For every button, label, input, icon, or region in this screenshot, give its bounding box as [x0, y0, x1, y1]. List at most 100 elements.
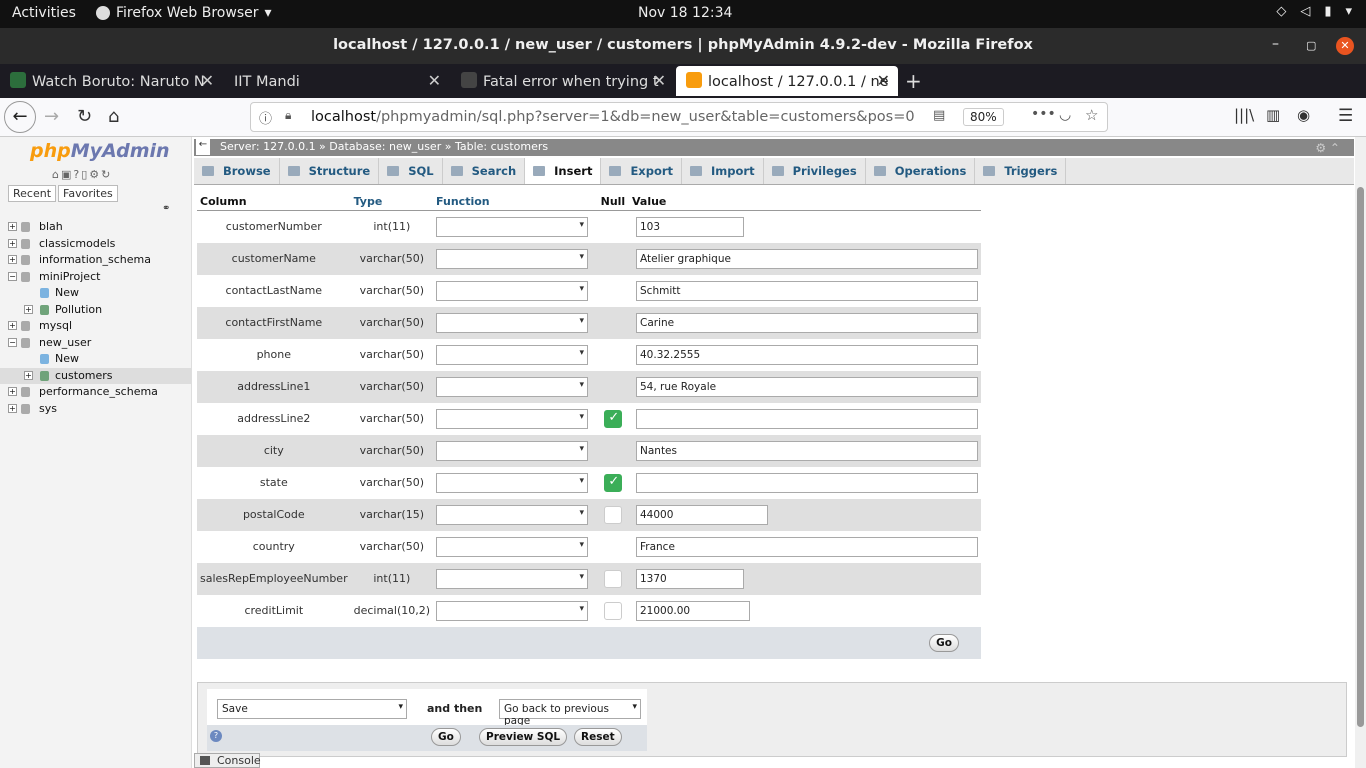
- reset-button[interactable]: Reset: [574, 728, 622, 746]
- lock-icon[interactable]: 🔒︎: [285, 108, 291, 123]
- null-checkbox[interactable]: [604, 569, 623, 588]
- pma-logo[interactable]: phpMyAdmin: [30, 140, 170, 162]
- value-input[interactable]: 1370: [636, 568, 744, 589]
- tree-item[interactable]: + blah: [0, 219, 191, 236]
- back-icon[interactable]: ←: [4, 101, 36, 133]
- tree-item[interactable]: New: [0, 351, 191, 368]
- collapse-icon[interactable]: −: [8, 337, 17, 347]
- bookmark-star-icon[interactable]: ☆: [1085, 106, 1098, 124]
- expand-icon[interactable]: +: [8, 238, 17, 248]
- expand-icon[interactable]: +: [8, 387, 17, 396]
- tree-item[interactable]: + performance_schema: [0, 384, 191, 401]
- browser-tab[interactable]: localhost / 127.0.0.1 / ne ✕: [676, 66, 898, 96]
- tab-operations[interactable]: Operations: [866, 158, 976, 184]
- library-icon[interactable]: |||\: [1234, 106, 1254, 124]
- zoom-indicator[interactable]: 80%: [963, 108, 1004, 126]
- browser-tab[interactable]: Watch Boruto: Naruto N ✕: [0, 66, 222, 96]
- expand-icon[interactable]: +: [8, 222, 17, 231]
- more-actions-icon[interactable]: •••: [1031, 106, 1056, 122]
- tree-item[interactable]: + information_schema: [0, 252, 191, 269]
- tree-item-label[interactable]: customers: [55, 369, 113, 382]
- tree-item[interactable]: − new_user: [0, 335, 191, 352]
- function-select[interactable]: [436, 376, 589, 397]
- tree-item[interactable]: + classicmodels: [0, 236, 191, 253]
- new-tab-icon[interactable]: +: [905, 69, 922, 93]
- insert-action-select[interactable]: Save: [217, 699, 407, 719]
- tree-item-label[interactable]: information_schema: [39, 253, 151, 266]
- tab-export[interactable]: Export: [601, 158, 683, 184]
- tab-insert[interactable]: Insert: [525, 158, 602, 184]
- home-icon[interactable]: ⌂: [52, 168, 61, 181]
- tab-triggers[interactable]: Triggers: [975, 158, 1067, 184]
- crumb-database[interactable]: Database: new_user: [329, 140, 441, 153]
- sidebar-quick-icons[interactable]: ⌂▣?▯⚙↻: [52, 168, 112, 181]
- app-menu[interactable]: Firefox Web Browser ▾: [96, 5, 272, 21]
- tree-item-label[interactable]: new_user: [39, 336, 91, 349]
- url-text[interactable]: localhost/phpmyadmin/sql.php?server=1&db…: [311, 109, 915, 125]
- tree-item[interactable]: + Pollution: [0, 302, 191, 319]
- help-icon[interactable]: ?: [210, 730, 222, 742]
- preview-sql-button[interactable]: Preview SQL: [479, 728, 568, 746]
- tree-item-label[interactable]: performance_schema: [39, 385, 158, 398]
- function-select[interactable]: [436, 440, 589, 461]
- collapse-arrow-icon[interactable]: ←: [196, 139, 210, 155]
- reader-view-icon[interactable]: ▤: [933, 108, 945, 123]
- recent-tab[interactable]: Recent: [8, 185, 57, 202]
- value-input[interactable]: 44000: [636, 504, 768, 525]
- maximize-icon[interactable]: ▢: [1306, 39, 1316, 52]
- reload-icon[interactable]: ↻: [77, 106, 92, 127]
- go-button[interactable]: Go: [929, 633, 959, 652]
- system-tray[interactable]: ◇ ◁ ▮ ▾: [1276, 4, 1352, 19]
- close-tab-icon[interactable]: ✕: [428, 71, 441, 90]
- function-header[interactable]: Function: [433, 193, 598, 211]
- tree-item-label[interactable]: New: [55, 352, 79, 365]
- reload-icon[interactable]: ↻: [101, 168, 112, 181]
- function-select[interactable]: [436, 216, 589, 237]
- minimize-icon[interactable]: –: [1272, 36, 1279, 52]
- function-select[interactable]: [436, 472, 589, 493]
- expand-icon[interactable]: +: [8, 403, 17, 413]
- value-input[interactable]: Schmitt: [636, 280, 978, 301]
- function-select[interactable]: [436, 312, 589, 333]
- url-bar[interactable]: ⓘ 🔒︎ localhost/phpmyadmin/sql.php?server…: [250, 102, 1108, 132]
- tree-item-label[interactable]: blah: [39, 220, 63, 233]
- console-tab[interactable]: Console: [194, 753, 261, 768]
- tree-item-label[interactable]: sys: [39, 402, 57, 415]
- home-icon[interactable]: ⌂: [108, 106, 119, 127]
- value-input[interactable]: 40.32.2555: [636, 344, 978, 365]
- logout-icon[interactable]: ▣: [61, 168, 73, 181]
- crumb-server[interactable]: Server: 127.0.0.1: [220, 140, 316, 153]
- value-input[interactable]: 54, rue Royale: [636, 376, 978, 397]
- tab-browse[interactable]: Browse: [194, 158, 280, 184]
- tree-item-label[interactable]: Pollution: [55, 303, 102, 316]
- close-tab-icon[interactable]: ✕: [653, 71, 666, 90]
- value-input[interactable]: Atelier graphique: [636, 248, 978, 269]
- value-input[interactable]: France: [636, 536, 978, 557]
- function-select[interactable]: [436, 536, 589, 557]
- collapse-icon[interactable]: −: [8, 271, 17, 281]
- close-icon[interactable]: ✕: [1336, 37, 1354, 55]
- function-select[interactable]: [436, 504, 589, 525]
- expand-icon[interactable]: +: [8, 321, 17, 330]
- expand-icon[interactable]: +: [24, 370, 33, 380]
- favorites-tab[interactable]: Favorites: [58, 185, 118, 202]
- main-scrollbar[interactable]: [1355, 137, 1366, 768]
- info-icon[interactable]: ⓘ: [259, 108, 272, 127]
- link-icon[interactable]: ⚭: [162, 203, 170, 214]
- tree-item-label[interactable]: classicmodels: [39, 237, 115, 250]
- tab-privileges[interactable]: Privileges: [764, 158, 866, 184]
- scrollbar-thumb[interactable]: [1357, 187, 1364, 727]
- null-checkbox[interactable]: [604, 473, 623, 492]
- settings-icon[interactable]: ⚙: [89, 168, 101, 181]
- forward-icon[interactable]: →: [44, 106, 59, 127]
- null-checkbox[interactable]: [604, 409, 623, 428]
- after-insert-select[interactable]: Go back to previous page: [499, 699, 641, 727]
- function-select[interactable]: [436, 248, 589, 269]
- browser-tab[interactable]: Fatal error when trying t ✕: [451, 66, 674, 96]
- type-header[interactable]: Type: [350, 193, 434, 211]
- function-select[interactable]: [436, 568, 589, 589]
- tab-search[interactable]: Search: [443, 158, 526, 184]
- go-button[interactable]: Go: [431, 728, 461, 746]
- tree-item[interactable]: New: [0, 285, 191, 302]
- activities-button[interactable]: Activities: [12, 5, 76, 21]
